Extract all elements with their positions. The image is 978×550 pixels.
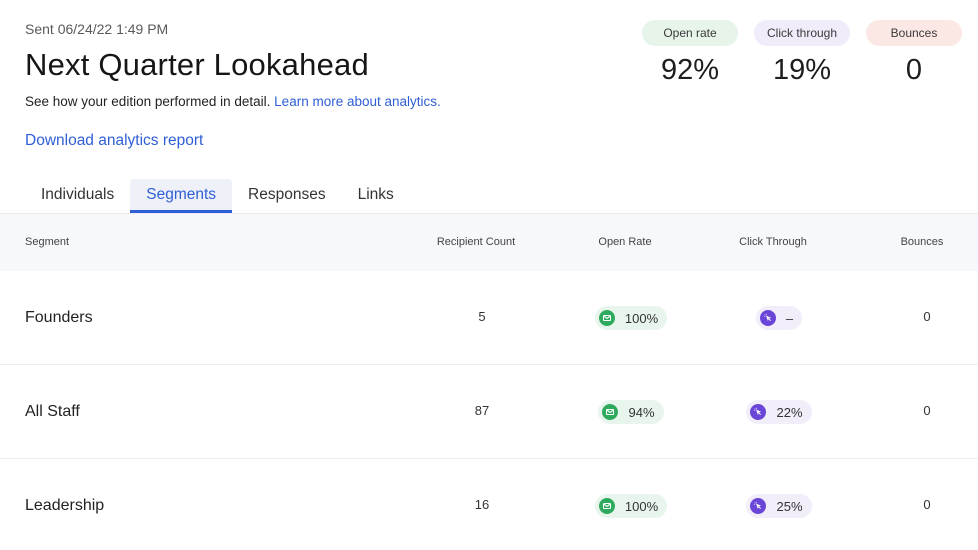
click-through-value: – (785, 310, 794, 326)
bounces-count: 0 (923, 496, 931, 512)
recipient-count: 87 (474, 402, 490, 418)
open-rate-value: 100% (624, 498, 659, 514)
subtitle-text: See how your edition performed in detail… (25, 94, 271, 109)
edition-header: Sent 06/24/22 1:49 PM Next Quarter Looka… (25, 20, 625, 152)
click-through-value: 22% (776, 404, 803, 420)
mail-icon (598, 310, 615, 326)
table-row[interactable]: Founders 5 100% – 0 (0, 271, 978, 365)
recipient-count: 5 (478, 308, 486, 324)
table-row[interactable]: All Staff 87 94% 22% 0 (0, 365, 978, 459)
page-subtitle: See how your edition performed in detail… (25, 93, 625, 111)
sent-timestamp: Sent 06/24/22 1:49 PM (25, 21, 169, 37)
mail-icon (602, 404, 619, 420)
tab-responses[interactable]: Responses (232, 179, 342, 213)
stat-label: Open rate (642, 20, 738, 46)
cursor-click-icon (750, 404, 767, 420)
segment-name: Leadership (25, 497, 105, 514)
recipient-count: 16 (474, 496, 490, 512)
stat-value: 0 (905, 54, 923, 86)
stat-value: 92% (660, 54, 720, 86)
tab-individuals[interactable]: Individuals (25, 179, 130, 213)
click-through-value: 25% (776, 498, 803, 514)
bounces-count: 0 (923, 402, 931, 418)
stat-open-rate: Open rate 92% (642, 20, 738, 87)
stat-bounces: Bounces 0 (866, 20, 962, 87)
click-through-cell: 22% (719, 365, 839, 459)
summary-stats: Open rate 92% Click through 19% Bounces … (642, 20, 962, 87)
open-rate-cell: 100% (571, 459, 691, 550)
open-rate-cell: 100% (571, 271, 691, 365)
open-rate-badge: 94% (598, 400, 664, 424)
segment-name: All Staff (25, 403, 80, 420)
click-through-cell: – (719, 271, 839, 365)
analytics-tabs: Individuals Segments Responses Links (25, 179, 410, 213)
learn-more-link[interactable]: Learn more about analytics. (274, 94, 441, 109)
tab-links[interactable]: Links (342, 179, 410, 213)
open-rate-cell: 94% (571, 365, 691, 459)
column-header-open-rate[interactable]: Open Rate (565, 214, 685, 271)
cursor-click-icon (759, 310, 776, 326)
column-header-bounces[interactable]: Bounces (862, 214, 978, 271)
segment-name: Founders (25, 309, 93, 326)
table-row[interactable]: Leadership 16 100% 25% 0 (0, 459, 978, 550)
tab-segments[interactable]: Segments (130, 179, 233, 213)
open-rate-value: 94% (628, 404, 655, 420)
stat-value: 19% (772, 54, 832, 86)
download-report-link[interactable]: Download analytics report (25, 130, 203, 152)
stat-label: Bounces (866, 20, 962, 46)
column-header-click-through[interactable]: Click Through (713, 214, 833, 271)
open-rate-badge: 100% (594, 494, 668, 518)
click-through-badge: 25% (746, 494, 812, 518)
open-rate-value: 100% (624, 310, 659, 326)
page-title: Next Quarter Lookahead (25, 47, 369, 82)
click-through-badge: – (755, 306, 803, 330)
segments-table-body: Founders 5 100% – 0 All Staff 87 94% 22%… (0, 271, 978, 550)
column-header-segment[interactable]: Segment (25, 214, 69, 271)
click-through-cell: 25% (719, 459, 839, 550)
column-header-recipient-count[interactable]: Recipient Count (416, 214, 536, 271)
bounces-count: 0 (923, 308, 931, 324)
click-through-badge: 22% (746, 400, 812, 424)
cursor-click-icon (750, 498, 767, 514)
open-rate-badge: 100% (594, 306, 668, 330)
stat-label: Click through (754, 20, 850, 46)
stat-click-through: Click through 19% (754, 20, 850, 87)
mail-icon (598, 498, 615, 514)
table-header: Segment Recipient Count Open Rate Click … (0, 214, 978, 271)
